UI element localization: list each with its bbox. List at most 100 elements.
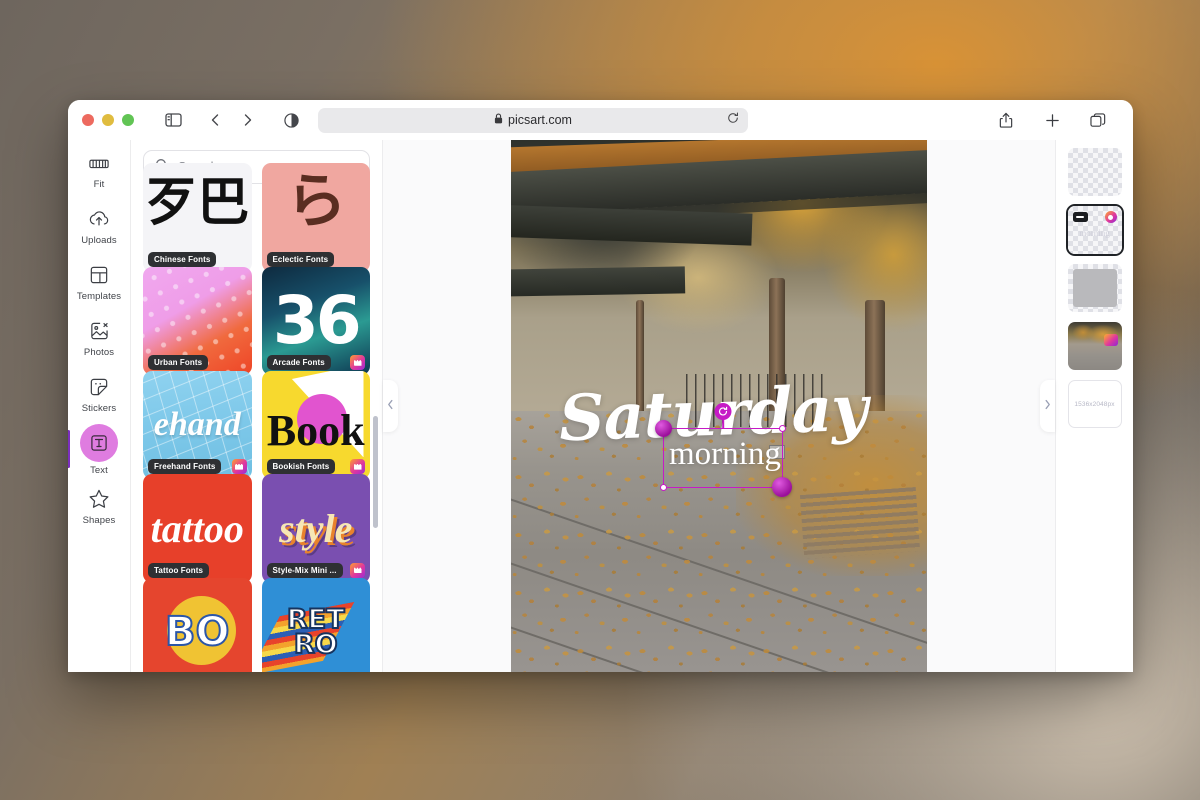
sidebar-item-label: Templates [76, 290, 122, 302]
reader-view-icon[interactable] [278, 107, 304, 133]
chevron-right-icon [1044, 397, 1051, 415]
card-art-text: 36 [272, 282, 362, 360]
collapse-right-panel-button[interactable] [1040, 380, 1055, 432]
card-art-text: ehand [153, 405, 241, 443]
zoom-window-button[interactable] [122, 114, 134, 126]
tool-rail: Fit Uploads Templates Photos Stickers Te… [68, 140, 131, 672]
upload-icon [87, 207, 111, 231]
pro-badge-icon [350, 459, 365, 475]
text-icon [80, 424, 118, 462]
card-art-text: ら [281, 164, 351, 239]
sidebar-item-templates[interactable]: Templates [68, 254, 130, 310]
browser-window: picsart.com Fit Uploads Templates Photos… [68, 100, 1133, 672]
sidebar-toggle-icon[interactable] [160, 107, 186, 133]
sidebar-item-text[interactable]: Text [68, 422, 130, 478]
layer-thumbnail-photo[interactable] [1067, 322, 1122, 370]
font-card-label: Freehand Fonts [148, 459, 222, 475]
canvas-area[interactable]: Saturday morning [383, 140, 1055, 672]
sidebar-item-uploads[interactable]: Uploads [68, 198, 130, 254]
traffic-lights [82, 114, 134, 126]
font-card[interactable]: ehand Freehand Fonts [143, 370, 252, 480]
sidebar-item-photos[interactable]: Photos [68, 310, 130, 366]
forward-button[interactable] [234, 107, 260, 133]
card-art-text: Book [266, 406, 365, 456]
transparency-checker [1067, 148, 1122, 196]
pro-badge-icon [1103, 334, 1118, 346]
address-bar-content: picsart.com [494, 113, 572, 127]
font-card-label: Urban Fonts [148, 355, 209, 371]
font-card[interactable]: Book Bookish Fonts [261, 370, 370, 480]
sidebar-item-label: Text [90, 465, 108, 476]
photo-bench [800, 487, 921, 559]
font-card[interactable]: Urban Fonts [143, 266, 252, 376]
chevron-left-icon [387, 397, 394, 415]
font-card[interactable]: RET RO [261, 578, 371, 672]
layer-type-badge-icon [1072, 212, 1088, 222]
layer-thumbnail-grey[interactable] [1067, 264, 1122, 312]
browser-titlebar: picsart.com [68, 100, 1133, 140]
nav-buttons [202, 107, 260, 133]
sidebar-item-label: Uploads [81, 234, 117, 246]
pro-badge-icon [231, 459, 247, 475]
canvas-size-label: 1536x2048px [1074, 400, 1115, 408]
card-art-text: 歹巴 [145, 172, 250, 233]
photo-chairs [685, 374, 828, 428]
font-card-label: Arcade Fonts [266, 355, 331, 371]
layer-canvas-size[interactable]: 1536x2048px [1067, 380, 1122, 428]
sidebar-item-label: Fit [93, 178, 105, 190]
sidebar-item-stickers[interactable]: Stickers [68, 366, 130, 422]
close-window-button[interactable] [82, 114, 94, 126]
resize-handle-bottom-right[interactable] [772, 477, 792, 497]
tab-overview-icon[interactable] [1085, 107, 1111, 133]
share-icon[interactable] [993, 107, 1019, 133]
card-art: RET RO [262, 578, 371, 672]
shapes-icon [87, 487, 111, 511]
pro-badge-icon [1104, 211, 1117, 223]
layer-grey-fill [1072, 269, 1117, 307]
photo-tree-trunk-3 [635, 299, 644, 417]
minimize-window-button[interactable] [102, 114, 114, 126]
sidebar-item-fit[interactable]: Fit [68, 142, 130, 198]
sidebar-item-label: Shapes [82, 514, 116, 526]
font-card[interactable]: 歹巴 Chinese Fonts [143, 163, 252, 272]
selection-box[interactable] [655, 403, 792, 497]
artboard[interactable]: Saturday morning [511, 140, 927, 672]
pro-badge-icon [350, 355, 365, 371]
font-card[interactable]: 36 Arcade Fonts [261, 266, 370, 376]
font-card-label: Eclectic Fonts [266, 251, 335, 267]
sidebar-item-label: Stickers [81, 402, 117, 414]
new-tab-button[interactable] [1039, 107, 1065, 133]
fonts-panel: 歹巴 Chinese Fonts ら Eclectic Fonts Urban … [131, 140, 383, 672]
collapse-left-panel-button[interactable] [383, 380, 398, 432]
font-card[interactable]: BO [143, 578, 252, 672]
layers-panel: morning 1536x2048px [1055, 140, 1133, 672]
font-card[interactable]: tattoo Tattoo Fonts [143, 474, 252, 583]
rotate-stem [722, 419, 724, 429]
fonts-panel-scrollbar[interactable] [373, 416, 378, 528]
layer-thumbnail-transparent[interactable] [1067, 148, 1122, 196]
font-card-label: Chinese Fonts [148, 251, 217, 267]
font-card[interactable]: style Style-Mix Mini ... [261, 474, 370, 583]
address-bar[interactable]: picsart.com [318, 107, 748, 133]
font-card-label: Tattoo Fonts [148, 562, 210, 578]
rotate-icon[interactable] [714, 403, 732, 420]
layer-thumbnail-text[interactable]: morning [1065, 204, 1124, 256]
picsart-editor: Fit Uploads Templates Photos Stickers Te… [68, 140, 1133, 672]
fit-icon [87, 151, 111, 175]
photos-icon [87, 319, 111, 343]
resize-handle-top-right[interactable] [779, 425, 786, 432]
reload-icon[interactable] [727, 111, 739, 129]
url-text: picsart.com [508, 113, 572, 127]
lock-icon [494, 113, 503, 127]
sidebar-item-shapes[interactable]: Shapes [68, 478, 130, 534]
resize-handle-top-left[interactable] [655, 420, 672, 437]
card-art: BO [143, 578, 252, 672]
back-button[interactable] [202, 107, 228, 133]
layer-photo-preview [1067, 322, 1122, 370]
resize-handle-bottom-left[interactable] [660, 484, 667, 491]
card-art-text: RET RO [286, 603, 346, 661]
layer-thumbnail-text-preview: morning [1079, 228, 1110, 238]
font-card-label: Bookish Fonts [266, 459, 336, 475]
font-card[interactable]: ら Eclectic Fonts [261, 163, 370, 272]
pro-badge-icon [350, 562, 365, 578]
